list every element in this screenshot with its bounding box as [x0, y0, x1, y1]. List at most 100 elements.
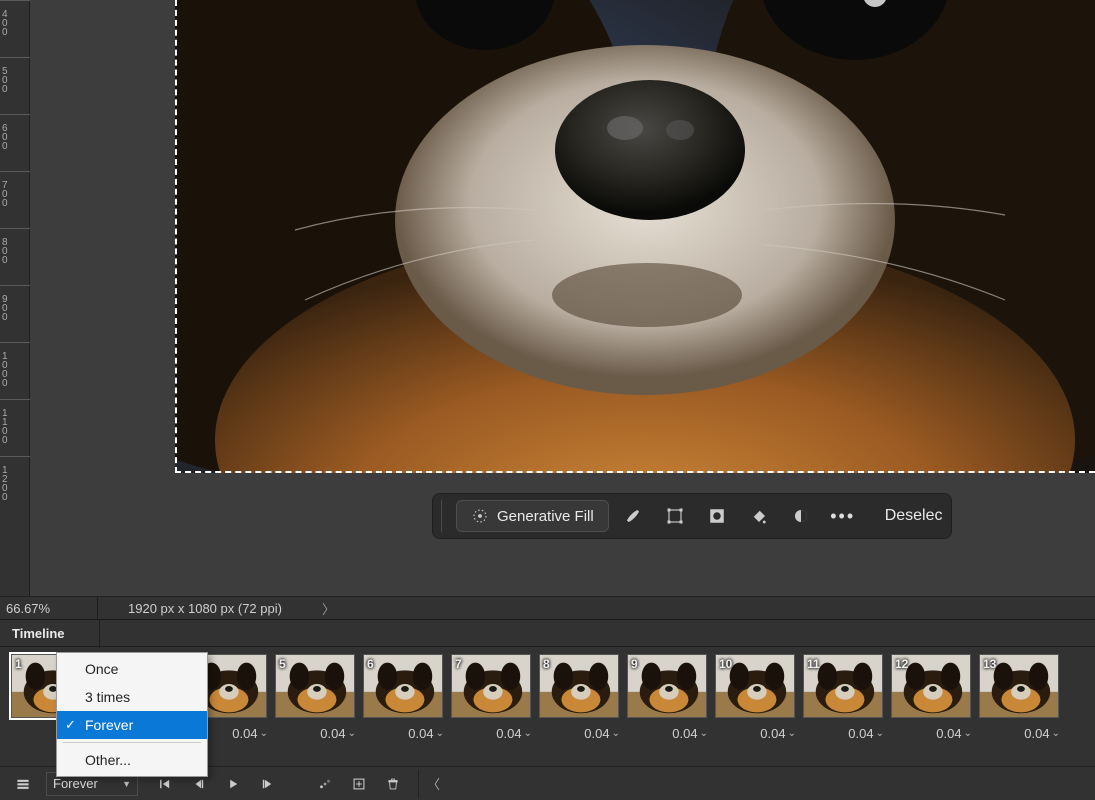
mask-button[interactable]: [699, 498, 735, 534]
frame-delay-selector[interactable]: 0.04⌄: [274, 726, 356, 741]
next-frame-icon: [260, 777, 274, 791]
check-icon: ✓: [65, 715, 76, 735]
taskbar-grip[interactable]: [441, 499, 446, 533]
document-image: [175, 0, 1095, 473]
frame-thumbnail[interactable]: 6: [363, 654, 443, 718]
play-button[interactable]: [218, 770, 248, 798]
frame-number: 12: [895, 657, 908, 671]
frame[interactable]: 7 0.04⌄: [448, 652, 534, 741]
frame-delay-selector[interactable]: 0.04⌄: [978, 726, 1060, 741]
frame-delay-selector[interactable]: 0.04⌄: [714, 726, 796, 741]
play-icon: [226, 777, 240, 791]
frame-thumbnail[interactable]: 9: [627, 654, 707, 718]
frame-number: 10: [719, 657, 732, 671]
prev-frame-icon: [192, 777, 206, 791]
trash-icon: [386, 777, 400, 791]
frame-delay-selector[interactable]: 0.04⌄: [450, 726, 532, 741]
frame[interactable]: 6 0.04⌄: [360, 652, 446, 741]
fill-button[interactable]: [741, 498, 777, 534]
ruler-tick: 400: [2, 10, 28, 37]
tween-button[interactable]: [310, 770, 340, 798]
frame-delay-value: 0.04: [584, 726, 609, 741]
frame[interactable]: 5 0.04⌄: [272, 652, 358, 741]
first-frame-icon: [158, 777, 172, 791]
ruler-tick: 900: [2, 295, 28, 322]
frame-delay-selector[interactable]: 0.04⌄: [890, 726, 972, 741]
frame[interactable]: 13 0.04⌄: [976, 652, 1062, 741]
generative-fill-label: Generative Fill: [497, 508, 594, 525]
generative-fill-button[interactable]: Generative Fill: [456, 500, 609, 532]
frame-number: 13: [983, 657, 996, 671]
frame[interactable]: 11 0.04⌄: [800, 652, 886, 741]
frame-number: 1: [15, 657, 22, 671]
frame-delay-value: 0.04: [1024, 726, 1049, 741]
canvas-area[interactable]: [175, 0, 1095, 473]
timeline-tab[interactable]: Timeline: [0, 620, 100, 648]
ruler-tick: 600: [2, 124, 28, 151]
frame-number: 7: [455, 657, 462, 671]
ruler-tick: 1100: [2, 409, 28, 445]
next-frame-button[interactable]: [252, 770, 282, 798]
frame-thumbnail[interactable]: 7: [451, 654, 531, 718]
frame-delay-selector[interactable]: 0.04⌄: [538, 726, 620, 741]
convert-timeline-button[interactable]: [8, 770, 38, 798]
frame-thumbnail[interactable]: 12: [891, 654, 971, 718]
frame-thumbnail[interactable]: 5: [275, 654, 355, 718]
duplicate-frame-button[interactable]: [344, 770, 374, 798]
frame-delay-value: 0.04: [672, 726, 697, 741]
zoom-level[interactable]: 66.67%: [0, 597, 98, 619]
frame-number: 6: [367, 657, 374, 671]
ellipsis-icon: •••: [830, 506, 855, 527]
delete-frame-button[interactable]: [378, 770, 408, 798]
loop-menu-other[interactable]: Other...: [57, 746, 207, 774]
frame[interactable]: 12 0.04⌄: [888, 652, 974, 741]
frame-thumbnail[interactable]: 10: [715, 654, 795, 718]
sparkle-icon: [471, 507, 489, 525]
frame-delay-selector[interactable]: 0.04⌄: [802, 726, 884, 741]
chevron-down-icon: ⌄: [612, 728, 620, 739]
adjustment-button[interactable]: [783, 498, 819, 534]
chevron-down-icon: ⌄: [964, 728, 972, 739]
deselect-button[interactable]: Deselec: [885, 507, 943, 525]
loop-menu-item[interactable]: Once: [57, 655, 207, 683]
transform-icon: [666, 507, 684, 525]
frame-thumbnail[interactable]: 11: [803, 654, 883, 718]
tween-icon: [318, 777, 332, 791]
ruler-tick: 1000: [2, 352, 28, 388]
contextual-taskbar: Generative Fill ••• Deselec: [432, 493, 952, 539]
loop-menu-item[interactable]: 3 times: [57, 683, 207, 711]
frame-thumbnail[interactable]: 8: [539, 654, 619, 718]
document-dimensions: 1920 px x 1080 px (72 ppi): [98, 601, 282, 616]
transform-button[interactable]: [657, 498, 693, 534]
chevron-down-icon: ⌄: [524, 728, 532, 739]
frame[interactable]: 10 0.04⌄: [712, 652, 798, 741]
scroll-left-button[interactable]: 〈: [418, 770, 448, 798]
loop-options-menu: Once3 times✓Forever Other...: [56, 652, 208, 777]
frame-delay-value: 0.04: [408, 726, 433, 741]
frame-delay-selector[interactable]: 0.04⌄: [626, 726, 708, 741]
frame-thumbnail[interactable]: 13: [979, 654, 1059, 718]
loop-menu-item[interactable]: ✓Forever: [57, 711, 207, 739]
chevron-down-icon: ⌄: [348, 728, 356, 739]
frame-delay-value: 0.04: [320, 726, 345, 741]
frame-delay-value: 0.04: [232, 726, 257, 741]
frame[interactable]: 9 0.04⌄: [624, 652, 710, 741]
frame[interactable]: 8 0.04⌄: [536, 652, 622, 741]
status-expand-button[interactable]: 〉: [322, 599, 335, 618]
ruler-vertical: 400500600700800900100011001200: [0, 0, 30, 596]
brush-tool-button[interactable]: [615, 498, 651, 534]
chevron-down-icon: ▼: [122, 779, 131, 789]
new-frame-icon: [352, 777, 366, 791]
chevron-down-icon: ⌄: [1052, 728, 1060, 739]
loop-selector-label: Forever: [53, 776, 98, 791]
frame-delay-value: 0.04: [936, 726, 961, 741]
status-bar: 66.67% 1920 px x 1080 px (72 ppi) 〉: [0, 596, 1095, 620]
paint-bucket-icon: [750, 507, 768, 525]
chevron-down-icon: ⌄: [876, 728, 884, 739]
chevron-down-icon: ⌄: [260, 728, 268, 739]
frame-delay-selector[interactable]: 0.04⌄: [362, 726, 444, 741]
chevron-left-icon: 〈: [427, 774, 440, 793]
chevron-down-icon: ⌄: [788, 728, 796, 739]
more-options-button[interactable]: •••: [825, 498, 861, 534]
frame-number: 5: [279, 657, 286, 671]
